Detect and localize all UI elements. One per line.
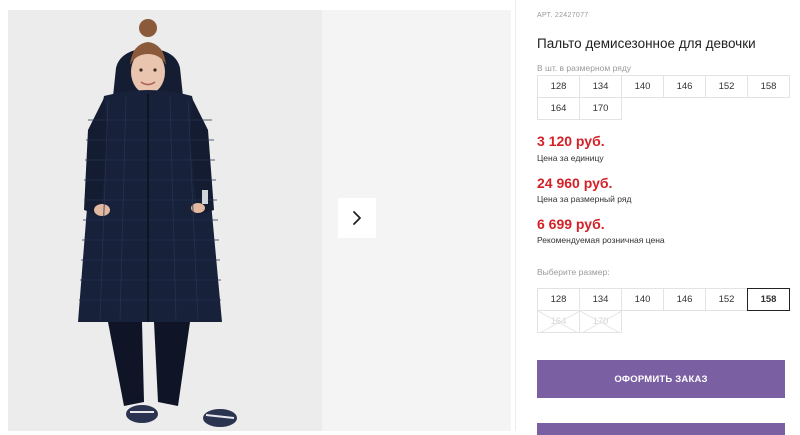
panel-divider bbox=[515, 0, 516, 431]
crossed-out-icon bbox=[580, 311, 621, 332]
chevron-right-icon bbox=[353, 211, 361, 225]
article-line: АРТ. 22427077 bbox=[537, 12, 588, 19]
pack-size: 146 bbox=[663, 75, 706, 98]
secondary-action-button[interactable] bbox=[537, 423, 785, 435]
product-title: Пальто демисезонное для девочки bbox=[537, 36, 756, 51]
size-selector: 128 134 140 146 152 158 164 170 bbox=[537, 288, 790, 333]
girl-in-coat-illustration bbox=[8, 10, 322, 431]
pack-price-caption: Цена за размерный ряд bbox=[537, 194, 632, 204]
product-gallery bbox=[8, 10, 511, 431]
size-option[interactable]: 134 bbox=[579, 288, 622, 311]
order-button[interactable]: ОФОРМИТЬ ЗАКАЗ bbox=[537, 360, 785, 398]
next-image-button[interactable] bbox=[338, 198, 376, 238]
pack-size: 152 bbox=[705, 75, 748, 98]
crossed-out-icon bbox=[538, 311, 579, 332]
retail-price: 6 699 руб. bbox=[537, 216, 605, 232]
pack-size: 164 bbox=[537, 97, 580, 120]
pack-sizes-grid: 128 134 140 146 152 158 164 170 bbox=[537, 75, 790, 120]
size-option[interactable]: 128 bbox=[537, 288, 580, 311]
size-option[interactable]: 152 bbox=[705, 288, 748, 311]
pack-size: 170 bbox=[579, 97, 622, 120]
size-option-unavailable: 164 bbox=[537, 310, 580, 333]
pack-size: 158 bbox=[747, 75, 790, 98]
pack-size: 140 bbox=[621, 75, 664, 98]
size-option-unavailable: 170 bbox=[579, 310, 622, 333]
pack-size: 134 bbox=[579, 75, 622, 98]
article-label: АРТ. bbox=[537, 12, 553, 19]
size-select-label: Выберите размер: bbox=[537, 267, 610, 277]
product-photo[interactable] bbox=[8, 10, 322, 431]
unit-price-caption: Цена за единицу bbox=[537, 153, 604, 163]
pack-price: 24 960 руб. bbox=[537, 175, 613, 191]
size-option[interactable]: 140 bbox=[621, 288, 664, 311]
unit-price: 3 120 руб. bbox=[537, 133, 605, 149]
pack-size: 128 bbox=[537, 75, 580, 98]
size-option-selected[interactable]: 158 bbox=[747, 288, 790, 311]
article-number: 22427077 bbox=[554, 12, 589, 19]
retail-price-caption: Рекомендуемая розничная цена bbox=[537, 235, 665, 245]
size-option[interactable]: 146 bbox=[663, 288, 706, 311]
pack-label: В шт. в размерном ряду bbox=[537, 63, 632, 73]
